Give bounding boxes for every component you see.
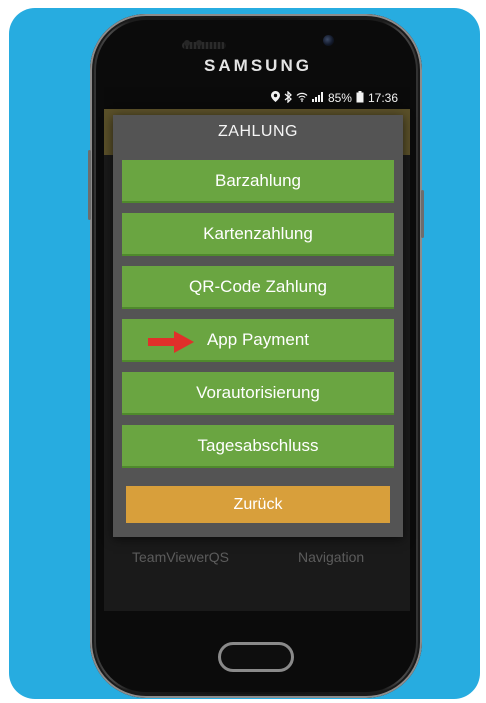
battery-percentage: 85% xyxy=(327,91,352,105)
location-icon xyxy=(270,91,280,105)
end-of-day-button[interactable]: Tagesabschluss xyxy=(122,425,394,468)
qr-code-payment-button[interactable]: QR-Code Zahlung xyxy=(122,266,394,309)
wifi-icon xyxy=(296,92,308,105)
cash-payment-button[interactable]: Barzahlung xyxy=(122,160,394,203)
back-button[interactable]: Zurück xyxy=(126,486,390,523)
payment-dialog: ZAHLUNG Barzahlung Kartenzahlung QR-Code… xyxy=(113,115,403,537)
status-bar: 85% 17:36 xyxy=(104,87,410,109)
background-app-label: Navigation xyxy=(298,549,365,565)
volume-button xyxy=(88,150,91,220)
preauthorization-button[interactable]: Vorautorisierung xyxy=(122,372,394,415)
power-button xyxy=(421,190,424,238)
background-app-label: TeamViewerQS xyxy=(132,549,230,565)
front-camera-icon xyxy=(323,35,334,46)
sensor-icon xyxy=(184,40,190,46)
signal-icon xyxy=(311,91,324,105)
bluetooth-icon xyxy=(284,89,292,106)
battery-icon xyxy=(356,90,364,106)
home-button[interactable] xyxy=(218,642,294,672)
card-payment-button[interactable]: Kartenzahlung xyxy=(122,213,394,256)
sensor-icon xyxy=(196,40,202,46)
clock: 17:36 xyxy=(367,91,398,105)
dialog-title: ZAHLUNG xyxy=(218,123,298,140)
pointer-arrow-icon xyxy=(148,331,194,353)
device-brand: SAMSUNG xyxy=(204,56,312,75)
